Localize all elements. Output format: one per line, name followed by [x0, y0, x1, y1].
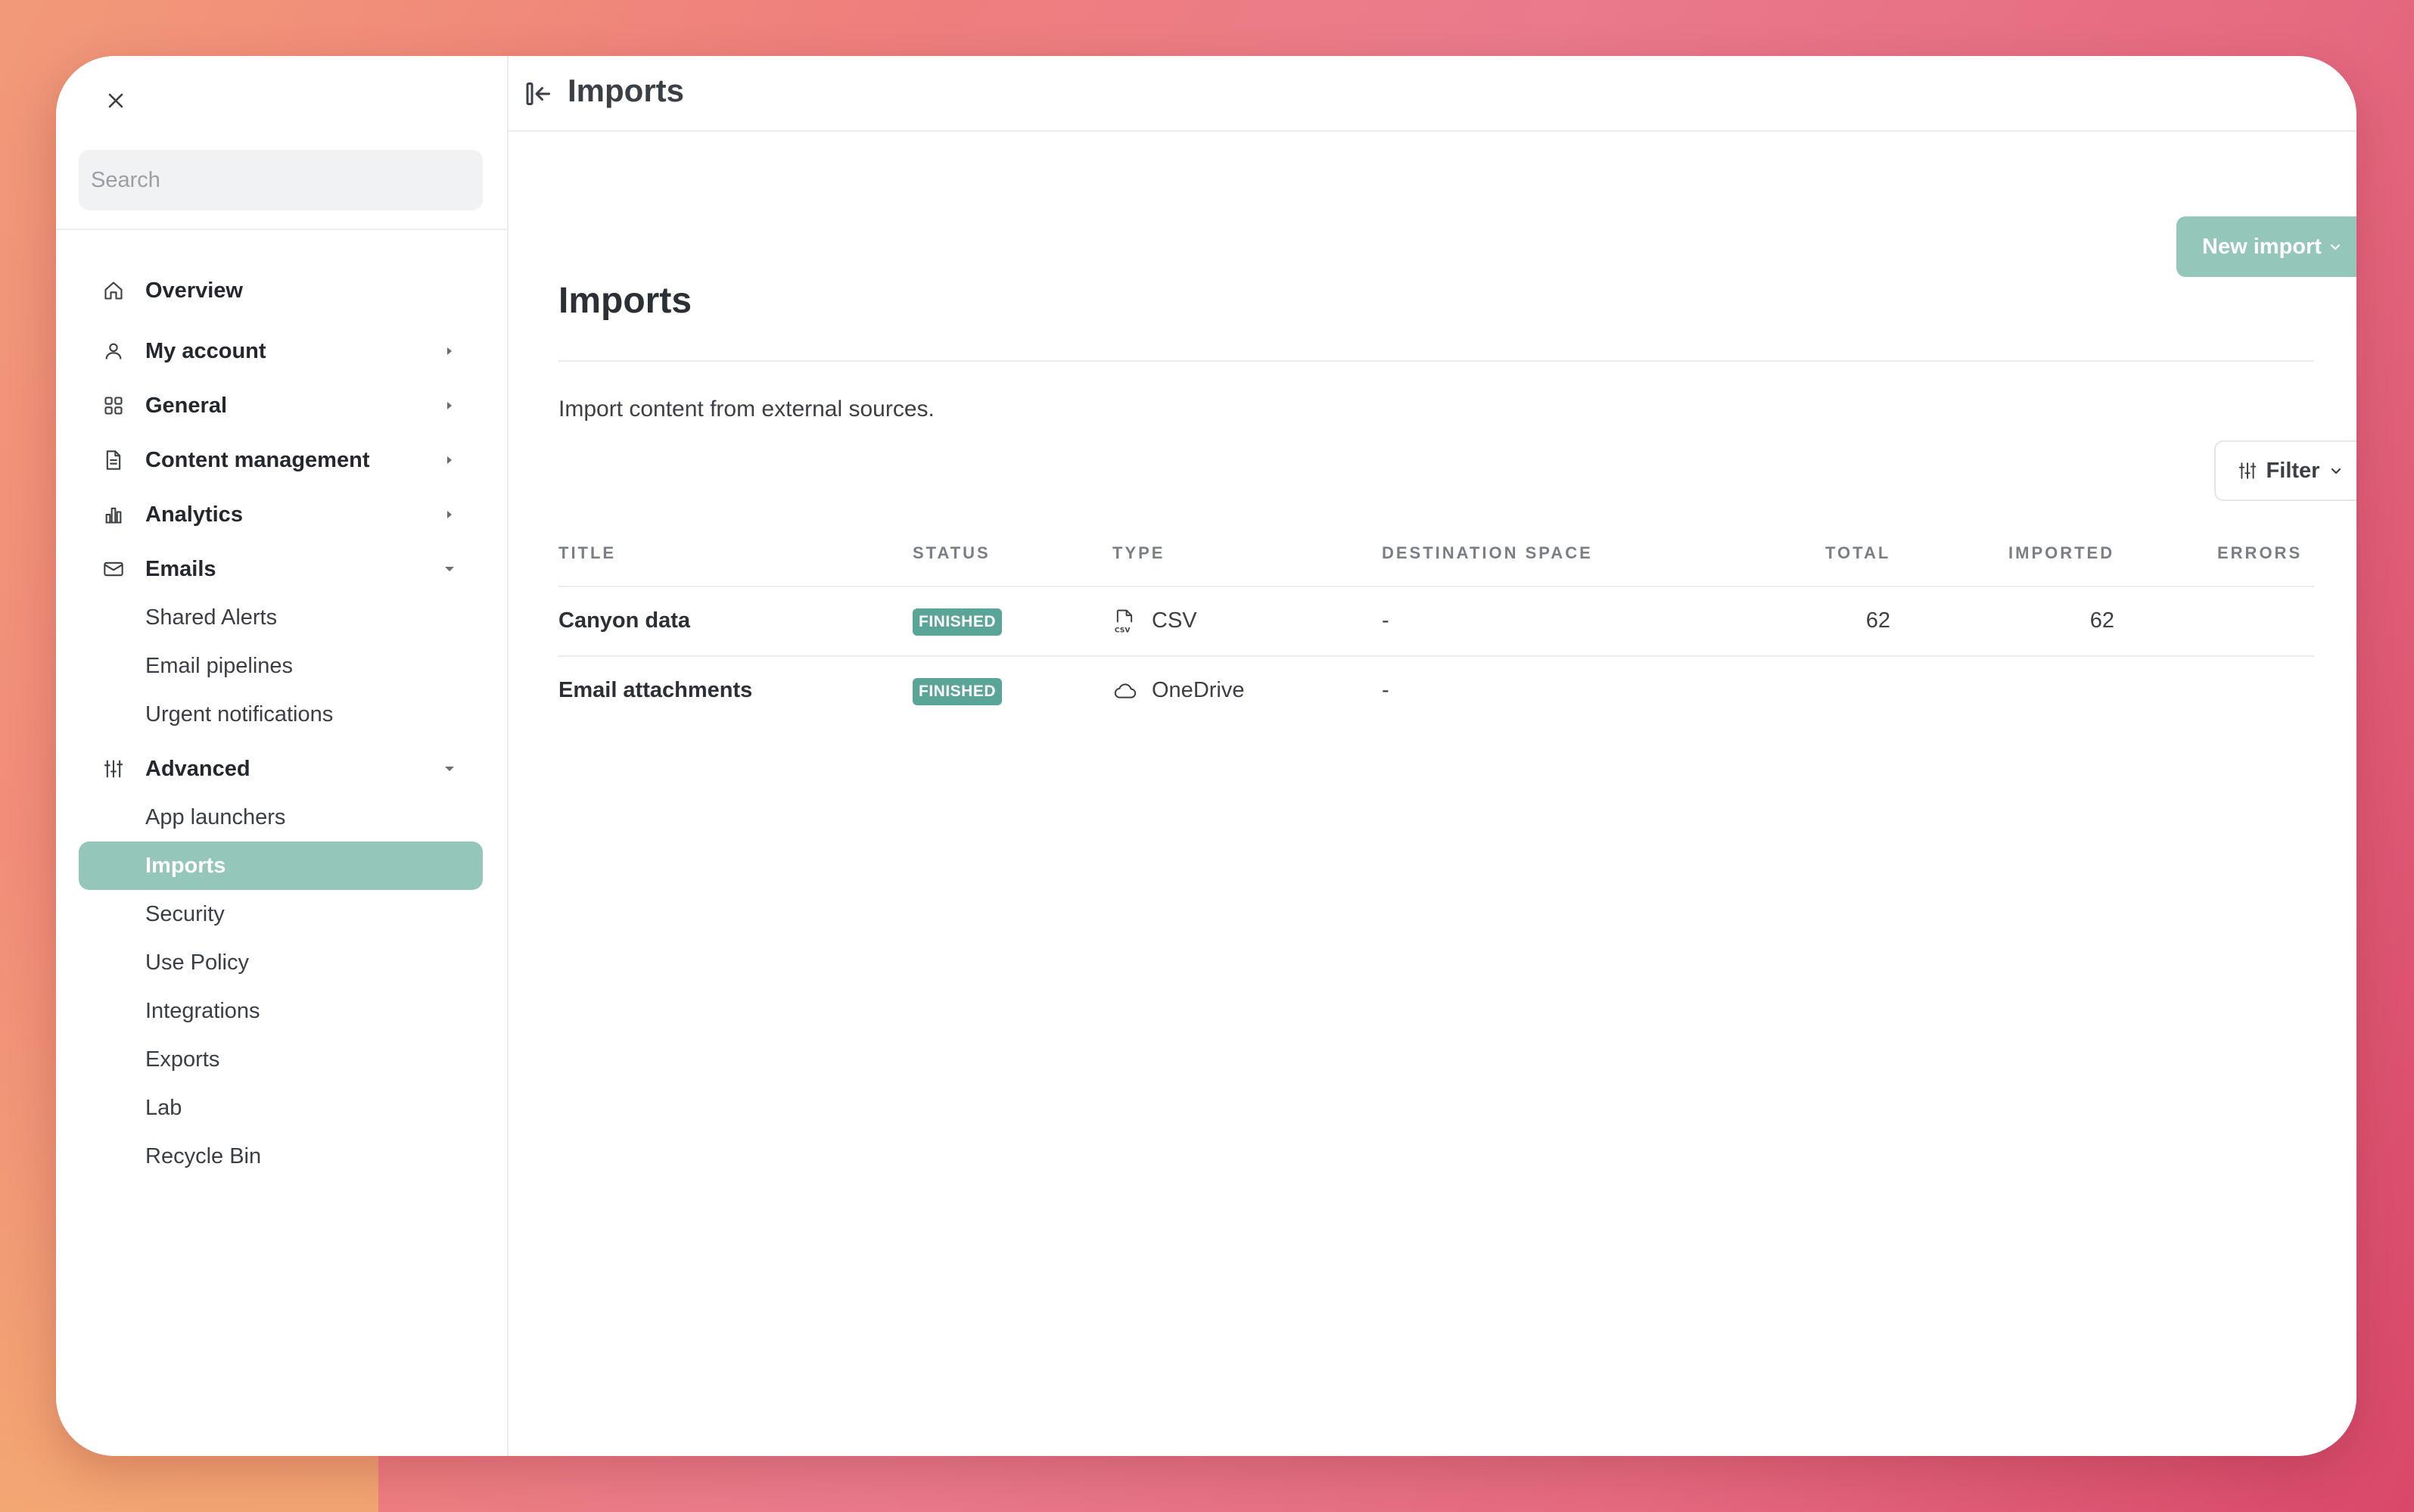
sidebar-subitem-label: Urgent notifications	[145, 702, 334, 726]
row-destination: -	[1382, 678, 1389, 702]
sidebar-subitem-urgent-notifications[interactable]: Urgent notifications	[79, 690, 483, 739]
sidebar-item-advanced[interactable]: Advanced	[79, 745, 483, 793]
sidebar-subitem-label: Recycle Bin	[145, 1143, 262, 1168]
chevron-right-icon	[447, 511, 452, 518]
sidebar-item-emails[interactable]: Emails	[79, 545, 483, 593]
sidebar-subitem-label: Integrations	[145, 998, 260, 1023]
sidebar-subitem-use-policy[interactable]: Use Policy	[79, 938, 483, 987]
sidebar-item-general[interactable]: General	[79, 381, 483, 430]
page-title: Imports	[558, 281, 692, 321]
row-type: CSV	[1152, 608, 1197, 633]
sidebar-subitem-app-launchers[interactable]: App launchers	[79, 793, 483, 842]
sidebar-item-label: My account	[145, 338, 266, 363]
grid-icon	[104, 397, 123, 415]
table-row[interactable]: Email attachments FINISHED OneDrive -	[558, 657, 2314, 726]
chevron-right-icon	[447, 347, 452, 355]
close-button[interactable]	[91, 76, 141, 126]
column-header-imported[interactable]: IMPORTED	[2008, 543, 2114, 563]
column-header-title[interactable]: TITLE	[558, 543, 616, 563]
sidebar-subitem-recycle-bin[interactable]: Recycle Bin	[79, 1132, 483, 1181]
csv-file-icon: CSV	[1115, 609, 1133, 634]
collapse-sidebar-icon[interactable]	[525, 80, 552, 107]
column-header-errors[interactable]: ERRORS	[2217, 543, 2302, 563]
row-destination: -	[1382, 608, 1389, 633]
sidebar-item-my-account[interactable]: My account	[79, 327, 483, 375]
sidebar-subitem-label: Email pipelines	[145, 653, 294, 678]
sidebar-item-analytics[interactable]: Analytics	[79, 490, 483, 539]
sidebar-subitem-shared-alerts[interactable]: Shared Alerts	[79, 593, 483, 642]
mail-icon	[104, 562, 123, 577]
chevron-down-icon	[445, 567, 454, 571]
user-icon	[105, 343, 122, 359]
chevron-right-icon	[447, 402, 452, 409]
status-badge: FINISHED	[913, 608, 1003, 636]
cloud-icon	[1114, 683, 1137, 698]
filter-label: Filter	[2266, 458, 2320, 483]
row-title: Email attachments	[558, 678, 753, 702]
sidebar-item-label: Advanced	[145, 756, 250, 781]
row-title: Canyon data	[558, 608, 691, 633]
sidebar-subitem-label: Exports	[145, 1047, 220, 1072]
sidebar-subitem-email-pipelines[interactable]: Email pipelines	[79, 642, 483, 690]
chevron-right-icon	[447, 456, 452, 464]
sidebar-item-label: Content management	[145, 447, 370, 472]
sidebar-subitem-imports[interactable]: Imports	[79, 842, 483, 890]
bar-chart-icon	[105, 507, 122, 524]
sidebar-subitem-label: Lab	[145, 1095, 182, 1120]
status-badge: FINISHED	[913, 678, 1003, 705]
sidebar-item-content-management[interactable]: Content management	[79, 436, 483, 484]
close-icon	[108, 93, 123, 108]
sidebar-subitem-label: Security	[145, 901, 225, 926]
svg-text:CSV: CSV	[1115, 627, 1131, 634]
row-total: 62	[1865, 608, 1890, 633]
sliders-icon	[2238, 462, 2256, 479]
title-divider	[558, 360, 2314, 362]
column-header-status[interactable]: STATUS	[913, 543, 991, 563]
sidebar-subitem-label: App launchers	[145, 804, 286, 829]
column-header-total[interactable]: TOTAL	[1825, 543, 1890, 563]
sidebar-item-label: General	[145, 393, 227, 418]
row-type: OneDrive	[1152, 678, 1245, 702]
row-imported: 62	[2089, 608, 2114, 633]
column-header-destination-space[interactable]: DESTINATION SPACE	[1382, 543, 1593, 563]
chevron-down-icon	[2332, 468, 2341, 474]
sidebar-subitem-label: Imports	[145, 853, 226, 878]
new-import-button[interactable]: New import	[2176, 216, 2356, 277]
sidebar-subitem-label: Use Policy	[145, 950, 249, 975]
sidebar-subitem-label: Shared Alerts	[145, 605, 278, 630]
sliders-icon	[104, 760, 123, 778]
topbar: Imports	[509, 56, 2356, 132]
sidebar: Overview My account General	[56, 56, 509, 1456]
sidebar-subitem-integrations[interactable]: Integrations	[79, 987, 483, 1035]
chevron-down-icon	[445, 767, 454, 771]
sidebar-subitem-security[interactable]: Security	[79, 890, 483, 938]
sidebar-subitem-lab[interactable]: Lab	[79, 1084, 483, 1132]
page-description: Import content from external sources.	[558, 397, 935, 422]
home-icon	[104, 282, 123, 300]
table-row[interactable]: Canyon data FINISHED CSV CSV - 62 62	[558, 587, 2314, 657]
chevron-down-icon	[2330, 244, 2341, 250]
sidebar-item-label: Emails	[145, 556, 216, 581]
filter-button[interactable]: Filter	[2214, 440, 2356, 501]
new-import-label: New import	[2202, 234, 2322, 259]
document-icon	[106, 450, 121, 470]
search-box	[79, 150, 483, 210]
search-input[interactable]	[79, 150, 483, 210]
main-content: Imports Imports New import Import conten…	[509, 56, 2356, 1456]
sidebar-item-label: Overview	[145, 278, 243, 303]
sidebar-subitem-exports[interactable]: Exports	[79, 1035, 483, 1084]
sidebar-item-label: Analytics	[145, 502, 243, 527]
sidebar-divider	[56, 229, 507, 230]
topbar-title: Imports	[568, 73, 685, 108]
sidebar-item-overview[interactable]: Overview	[79, 266, 483, 315]
app-window: Overview My account General	[56, 56, 2356, 1456]
column-header-type[interactable]: TYPE	[1112, 543, 1165, 563]
